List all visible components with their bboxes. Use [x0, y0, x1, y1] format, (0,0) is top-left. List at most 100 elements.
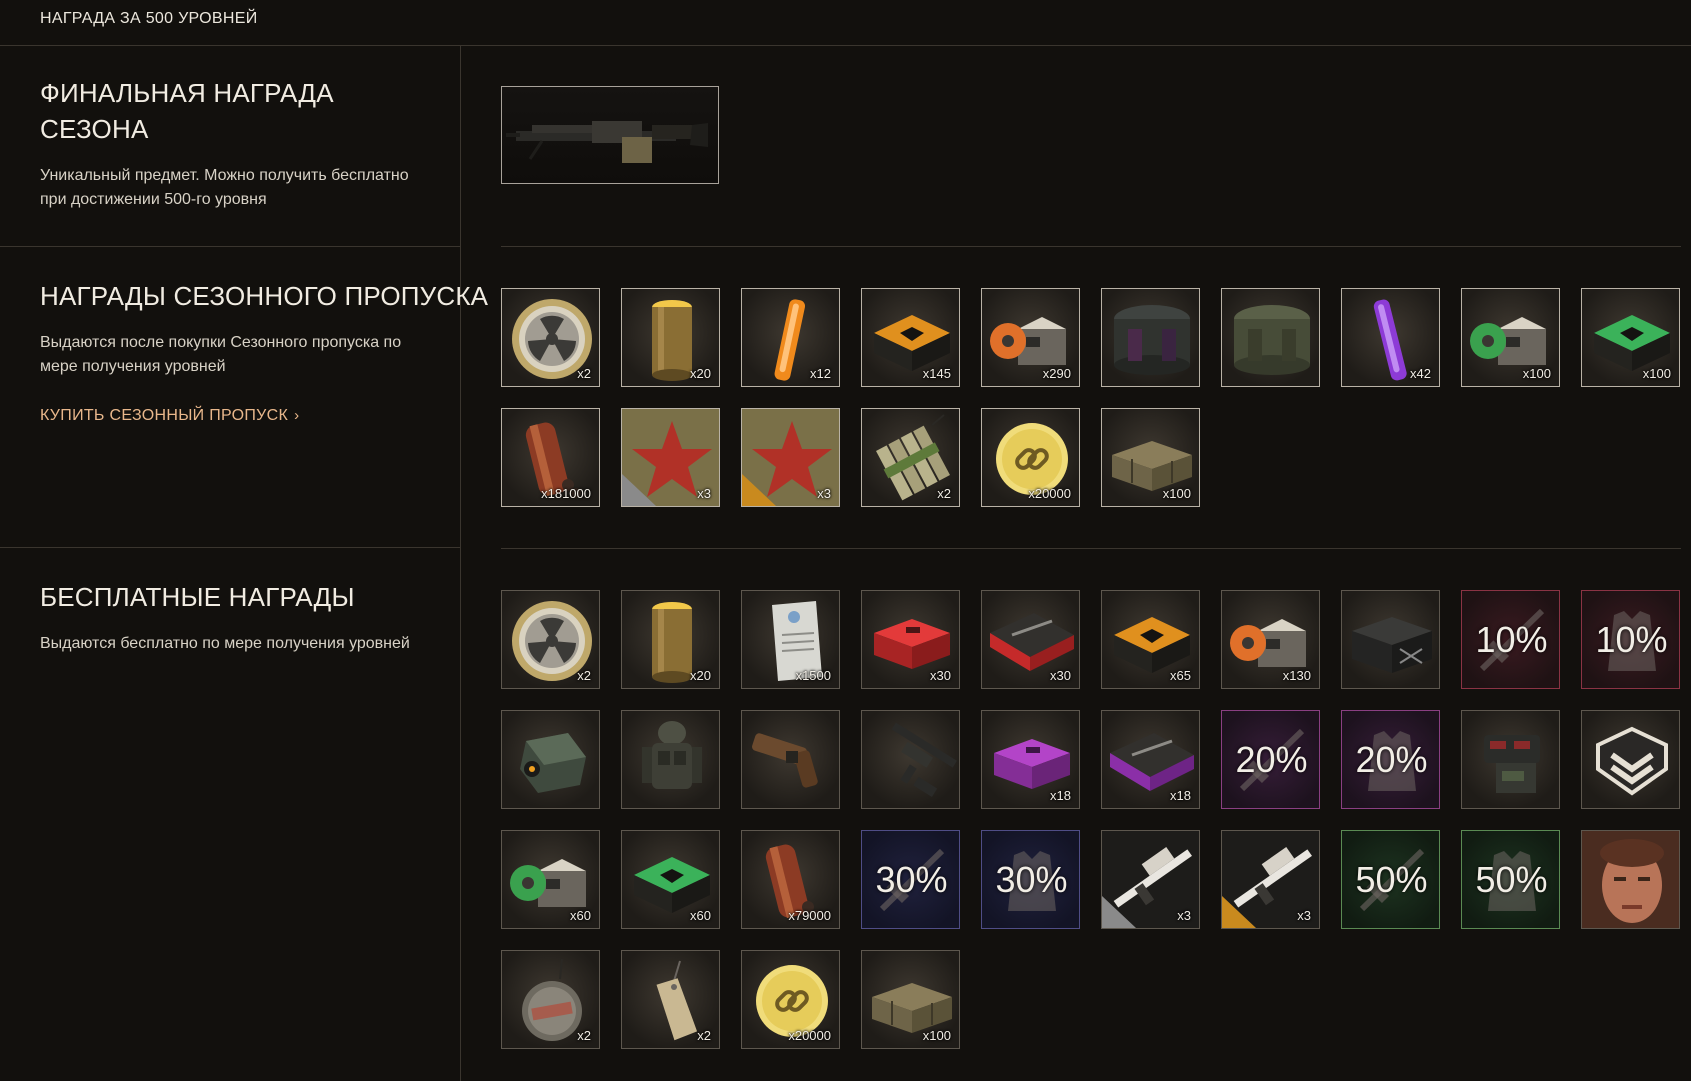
buy-season-pass-label: КУПИТЬ СЕЗОННЫЙ ПРОПУСК — [40, 407, 289, 424]
item-quantity: x2 — [577, 366, 591, 381]
item-quantity: x290 — [1042, 366, 1071, 381]
reward-tile[interactable]: x30 — [981, 590, 1080, 689]
reward-tile[interactable] — [1341, 590, 1440, 689]
item-quantity: x2 — [937, 486, 951, 501]
reward-tile[interactable]: x30 — [861, 590, 960, 689]
divider — [501, 548, 1681, 549]
final-reward-item[interactable] — [501, 86, 719, 184]
reward-tile[interactable]: x130 — [1221, 590, 1320, 689]
reward-tile[interactable]: x60 — [621, 830, 720, 929]
final-reward-title-line1: ФИНАЛЬНАЯ НАГРАДА — [40, 78, 334, 108]
reward-tile[interactable] — [501, 710, 600, 809]
tactical-belt-icon — [1484, 735, 1540, 793]
item-quantity: x2 — [577, 668, 591, 683]
discount-percent: 30% — [875, 859, 948, 900]
reward-tile[interactable]: 50% — [1461, 830, 1560, 929]
reward-tile[interactable]: x18 — [1101, 710, 1200, 809]
grenade-device-icon — [520, 733, 586, 793]
rank-badge-icon — [1596, 726, 1668, 796]
reward-tile[interactable]: x2 — [861, 408, 960, 507]
reward-tile[interactable]: x2 — [621, 950, 720, 1049]
item-quantity: x30 — [1050, 668, 1071, 683]
item-quantity: x100 — [922, 1028, 951, 1043]
reward-tile[interactable]: x290 — [981, 288, 1080, 387]
chevron-right-icon: › — [294, 407, 300, 424]
reward-tile[interactable]: x1500 — [741, 590, 840, 689]
item-quantity: x65 — [1170, 668, 1191, 683]
reward-tile[interactable]: x20 — [621, 590, 720, 689]
item-quantity: x20 — [690, 366, 711, 381]
reward-tile[interactable]: x12 — [741, 288, 840, 387]
rifle-icon — [891, 722, 957, 798]
reward-tile[interactable]: x145 — [861, 288, 960, 387]
discount-percent: 30% — [995, 859, 1068, 900]
free-rewards-title: БЕСПЛАТНЫЕ НАГРАДЫ — [40, 582, 355, 612]
reward-tile[interactable]: x18 — [981, 710, 1080, 809]
discount-percent: 10% — [1475, 619, 1548, 660]
reward-tile[interactable] — [741, 710, 840, 809]
discount-percent: 20% — [1355, 739, 1428, 780]
reward-tile[interactable] — [621, 710, 720, 809]
item-quantity: x30 — [930, 668, 951, 683]
item-quantity: x42 — [1410, 366, 1431, 381]
reward-tile[interactable]: x79000 — [741, 830, 840, 929]
reward-tile[interactable]: x181000 — [501, 408, 600, 507]
reward-tile[interactable]: 20% — [1221, 710, 1320, 809]
reward-tile[interactable] — [1581, 830, 1680, 929]
item-quantity: x145 — [922, 366, 951, 381]
reward-tile[interactable] — [1101, 288, 1200, 387]
item-quantity: x2 — [697, 1028, 711, 1043]
reward-tile[interactable]: x65 — [1101, 590, 1200, 689]
item-quantity: x3 — [1297, 908, 1311, 923]
reward-tile[interactable]: 20% — [1341, 710, 1440, 809]
reward-tile[interactable]: x100 — [1461, 288, 1560, 387]
reward-tile[interactable]: x20000 — [981, 408, 1080, 507]
reward-tile[interactable]: x3 — [1101, 830, 1200, 929]
final-reward-section: ФИНАЛЬНАЯ НАГРАДА СЕЗОНА Уникальный пред… — [0, 46, 460, 247]
reward-tile[interactable] — [861, 710, 960, 809]
reward-tile[interactable]: x100 — [861, 950, 960, 1049]
reward-tile[interactable]: x3 — [1221, 830, 1320, 929]
discount-percent: 10% — [1595, 619, 1668, 660]
reward-tile[interactable]: 10% — [1461, 590, 1560, 689]
flare-gun-icon — [752, 733, 818, 788]
item-quantity: x100 — [1642, 366, 1671, 381]
reward-tile[interactable]: 30% — [981, 830, 1080, 929]
final-reward-title-line2: СЕЗОНА — [40, 114, 149, 144]
buy-season-pass-link[interactable]: КУПИТЬ СЕЗОННЫЙ ПРОПУСК › — [40, 407, 299, 425]
discount-percent: 20% — [1235, 739, 1308, 780]
reward-tile[interactable]: x2 — [501, 288, 600, 387]
reward-tile[interactable]: x20000 — [741, 950, 840, 1049]
reward-tile[interactable]: 30% — [861, 830, 960, 929]
item-quantity: x100 — [1162, 486, 1191, 501]
reward-tile[interactable] — [1221, 288, 1320, 387]
reward-tile[interactable]: x42 — [1341, 288, 1440, 387]
black-supply-crate-icon — [1352, 617, 1432, 673]
reward-tile[interactable]: 50% — [1341, 830, 1440, 929]
reward-tile[interactable]: x20 — [621, 288, 720, 387]
item-quantity: x2 — [577, 1028, 591, 1043]
item-quantity: x3 — [1177, 908, 1191, 923]
reward-tile[interactable]: x100 — [1101, 408, 1200, 507]
reward-tile[interactable]: x2 — [501, 590, 600, 689]
item-quantity: x20000 — [1028, 486, 1071, 501]
top-bar: НАГРАДА ЗА 500 УРОВНЕЙ — [0, 0, 1691, 46]
reward-tile[interactable] — [1581, 710, 1680, 809]
item-quantity: x100 — [1522, 366, 1551, 381]
item-quantity: x130 — [1282, 668, 1311, 683]
item-quantity: x20000 — [788, 1028, 831, 1043]
reward-tile[interactable]: x100 — [1581, 288, 1680, 387]
dark-pouch-icon — [1114, 305, 1190, 375]
soldier-armor-icon — [642, 721, 702, 789]
free-rewards-section: БЕСПЛАТНЫЕ НАГРАДЫ Выдаются бесплатно по… — [0, 548, 460, 1081]
reward-tile[interactable]: x3 — [741, 408, 840, 507]
season-pass-desc-line1: Выдаются после покупки Сезонного пропуск… — [40, 334, 402, 351]
item-quantity: x18 — [1050, 788, 1071, 803]
page-title: НАГРАДА ЗА 500 УРОВНЕЙ — [40, 10, 258, 27]
reward-tile[interactable]: 10% — [1581, 590, 1680, 689]
discount-percent: 50% — [1355, 859, 1428, 900]
reward-tile[interactable]: x60 — [501, 830, 600, 929]
reward-tile[interactable]: x2 — [501, 950, 600, 1049]
reward-tile[interactable] — [1461, 710, 1560, 809]
reward-tile[interactable]: x3 — [621, 408, 720, 507]
